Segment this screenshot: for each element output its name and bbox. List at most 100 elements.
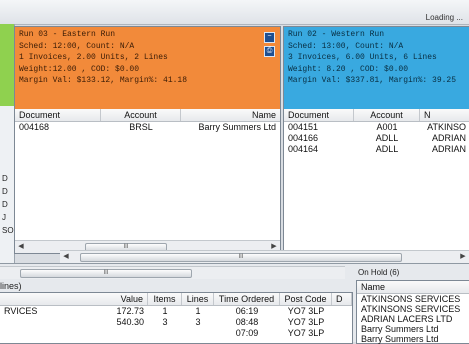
cell-name [0,328,110,339]
list-item[interactable]: ATKINSONS SERVICES [357,304,469,314]
print-icon[interactable]: ⎙ [264,46,275,57]
cell-time: 08:48 [235,317,259,327]
cell-value: 540.30 [116,317,144,327]
scroll-left-icon[interactable]: ◀ [15,241,27,253]
left-stub-text: J [2,213,6,222]
invoice-grid[interactable]: Value Items Lines Time Ordered Post Code… [0,292,353,344]
column-header-account[interactable]: Account [101,109,181,121]
run-schedule: Sched: 13:00, Count: N/A [288,41,404,51]
grid-header: Document Account N [284,109,469,122]
loading-indicator: Loading ... [425,13,463,22]
cell-lines: 3 [195,317,201,327]
on-hold-item: ADRIAN LACERS LTD [361,314,453,324]
collapse-icon[interactable]: − [264,32,275,43]
bottom-horizontal-scrollbar[interactable]: III [0,266,345,279]
column-header-lines[interactable]: Lines [182,293,214,305]
cell-name [0,317,110,328]
cell-name: RVICES [4,306,38,316]
cell-document: 004166 [288,133,319,143]
cell-value: 172.73 [116,306,144,316]
on-hold-title: On Hold (6) [358,268,400,277]
table-row[interactable]: 07:09 YO7 3LP [0,328,352,339]
grid-header: Name [357,281,469,294]
cell-lines: 1 [195,306,201,316]
run-weight: Weight:12.00 , COD: $0.00 [19,64,140,74]
column-header-document[interactable]: Document [15,109,101,121]
on-hold-item: ATKINSONS SERVICES [361,304,461,314]
cell-account: ADLL [375,144,399,154]
run-schedule: Sched: 12:00, Count: N/A [19,41,135,51]
cell-value [110,328,148,339]
left-side-strip: D D D J SON [0,24,19,264]
run-title: Run 02 - Western Run [288,30,385,39]
run-panel-western[interactable]: Run 02 - Western Run Sched: 13:00, Count… [283,26,469,254]
column-header-spacer [0,293,110,305]
run-margin: Margin Val: $337.81, Margin%: 39.25 [288,76,457,85]
column-header-document[interactable]: Document [284,109,354,121]
column-header-value[interactable]: Value [110,293,148,305]
cell-items: 3 [162,317,168,327]
column-header-name[interactable]: N [420,109,469,121]
cell-account: BRSL [129,122,153,132]
cell-account: A001 [376,122,398,132]
status-color-block [0,24,14,106]
run-header-western: Run 02 - Western Run Sched: 13:00, Count… [284,27,469,109]
run-panel-eastern[interactable]: Run 03 - Eastern Run Sched: 12:00, Count… [14,26,281,254]
cell-name: ADRIAN [431,144,466,154]
cell-post-code: YO7 3LP [287,306,325,316]
bottom-panel: III Value Items Lines Time Ordered Post … [0,263,469,344]
cell-name: Barry Summers Ltd [198,122,276,132]
on-hold-item: Barry Summers Ltd [361,334,439,344]
column-header-account[interactable]: Account [354,109,420,121]
column-header-name[interactable]: Name [357,281,469,293]
column-header-name[interactable]: Name [181,109,280,121]
on-hold-item: Barry Summers Ltd [361,324,439,334]
on-hold-list[interactable]: Name ATKINSONS SERVICES ATKINSONS SERVIC… [356,280,469,344]
list-item[interactable]: Barry Summers Ltd [357,334,469,344]
cell-items: 1 [162,306,168,316]
cell-document: 004164 [288,144,319,154]
column-header-post-code[interactable]: Post Code [280,293,332,305]
top-toolbar: Loading ... [0,0,469,25]
cell-lines [182,328,214,339]
scroll-thumb[interactable]: III [20,269,192,278]
table-row[interactable]: 004151 A001 ATKINSO [284,122,469,133]
list-item[interactable]: ATKINSONS SERVICES [357,294,469,304]
table-row[interactable]: 004164 ADLL ADRIAN [284,144,469,155]
column-header-d[interactable]: D [332,293,352,305]
cell-post-code: YO7 3LP [287,328,325,338]
run-totals: 3 Invoices, 6.00 Units, 6 Lines [288,53,437,62]
run-header-eastern: Run 03 - Eastern Run Sched: 12:00, Count… [15,27,280,109]
table-row[interactable]: 004168 BRSL Barry Summers Ltd [15,122,280,133]
cell-items [148,328,182,339]
main-horizontal-scrollbar[interactable]: ◀ III ▶ [60,250,469,263]
cell-account: ADLL [375,133,399,143]
run-margin: Margin Val: $133.12, Margin%: 41.18 [19,76,188,85]
grid-header: Value Items Lines Time Ordered Post Code… [0,293,352,306]
left-stub-text: D [2,187,8,196]
run-weight: Weight: 8.20 , COD: $0.00 [288,64,409,74]
column-header-time-ordered[interactable]: Time Ordered [214,293,280,305]
scroll-right-icon[interactable]: ▶ [457,251,469,263]
list-item[interactable]: Barry Summers Ltd [357,324,469,334]
table-row[interactable]: 004166 ADLL ADRIAN [284,133,469,144]
cell-document: 004151 [288,122,319,132]
run-totals: 1 Invoices, 2.00 Units, 2 Lines [19,53,168,62]
left-stub-text: D [2,174,8,183]
cell-name: ADRIAN [431,133,466,143]
on-hold-panel[interactable]: On Hold (6) Name ATKINSONS SERVICES ATKI… [354,266,469,344]
table-row[interactable]: RVICES 172.73 1 1 06:19 YO7 3LP [0,306,352,317]
lines-tab-label[interactable]: lines) [0,281,22,291]
left-stub-text: D [2,200,8,209]
cell-document: 004168 [19,122,50,132]
table-row[interactable]: 540.30 3 3 08:48 YO7 3LP [0,317,352,328]
on-hold-item: ATKINSONS SERVICES [361,294,461,304]
grid-header: Document Account Name [15,109,280,122]
cell-name: ATKINSO [427,122,466,132]
column-header-items[interactable]: Items [148,293,182,305]
scroll-left-icon[interactable]: ◀ [60,251,72,263]
cell-time: 07:09 [235,328,259,338]
run-title: Run 03 - Eastern Run [19,30,116,39]
list-item[interactable]: ADRIAN LACERS LTD [357,314,469,324]
scroll-thumb[interactable]: III [80,253,402,262]
